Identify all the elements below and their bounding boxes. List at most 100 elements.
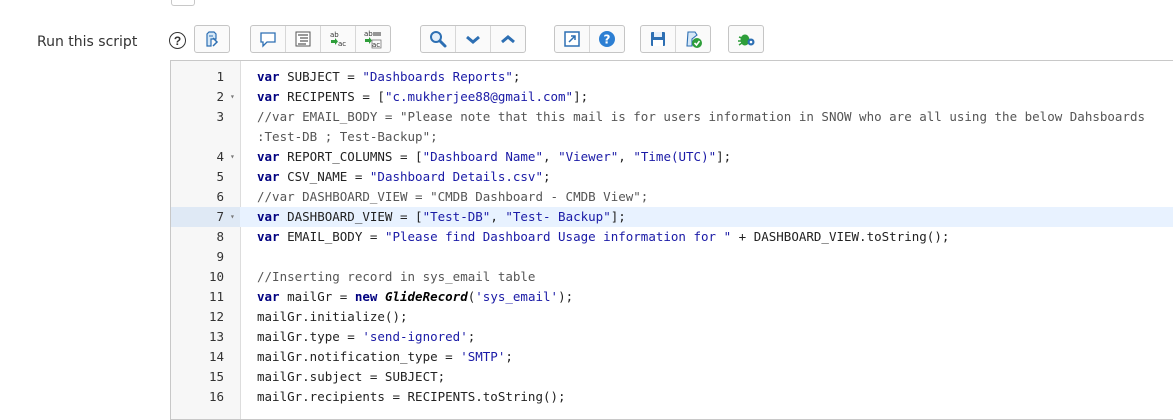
code-token: GlideRecord — [384, 289, 468, 304]
code-line[interactable]: 11 var mailGr = new GlideRecord('sys_emai… — [171, 287, 1173, 307]
toolbar-group-view: ? — [554, 25, 625, 53]
code-text: var REPORT_COLUMNS = ["Dashboard Name", … — [257, 147, 1156, 167]
code-token: mailGr.subject = SUBJECT; — [257, 369, 446, 384]
code-token: ; — [505, 349, 513, 364]
code-token: 'SMTP' — [460, 349, 506, 364]
find-previous-button[interactable] — [491, 26, 525, 52]
code-text: //var DASHBOARD_VIEW = "CMDB Dashboard -… — [257, 187, 1156, 207]
code-text: var DASHBOARD_VIEW = ["Test-DB", "Test- … — [257, 207, 1156, 227]
code-token: var — [257, 209, 280, 224]
code-token: "Time(UTC)" — [633, 149, 717, 164]
code-text: //Inserting record in sys_email table — [257, 267, 1156, 287]
line-number: 15 — [208, 369, 224, 384]
script-toggle-button[interactable] — [195, 26, 229, 52]
code-token: var — [257, 69, 280, 84]
chevron-down-icon — [466, 35, 480, 44]
code-token: ; — [542, 169, 551, 184]
format-button[interactable] — [286, 26, 321, 52]
fullscreen-icon — [564, 31, 580, 47]
code-token: DASHBOARD_VIEW = [ — [279, 209, 423, 224]
replace-all-icon: ab ac — [364, 30, 382, 49]
replace-button[interactable]: ab ac — [321, 26, 356, 52]
code-token: "Viewer" — [558, 149, 619, 164]
code-text: mailGr.initialize(); — [257, 307, 1156, 327]
code-line[interactable]: 16 mailGr.recipients = RECIPENTS.toString… — [171, 387, 1173, 407]
code-line[interactable]: 3 //var EMAIL_BODY = "Please note that th… — [171, 107, 1173, 147]
code-token: ; — [467, 329, 476, 344]
field-label: Run this script — [37, 34, 138, 50]
save-icon — [651, 32, 665, 46]
code-line[interactable]: 13 mailGr.type = 'send-ignored'; — [171, 327, 1173, 347]
code-token: , — [490, 209, 506, 224]
code-token: ; — [512, 69, 521, 84]
toolbar-group-toggle — [194, 25, 230, 53]
debug-icon — [738, 34, 755, 46]
code-token: "Dashboard Name" — [422, 149, 543, 164]
line-number: 5 — [216, 169, 224, 184]
code-line[interactable]: 8 var EMAIL_BODY = "Please find Dashboard… — [171, 227, 1173, 247]
svg-text:?: ? — [604, 33, 611, 47]
fold-toggle-icon[interactable]: ▾ — [230, 207, 235, 227]
code-token: //var EMAIL_BODY = "Please note that thi… — [257, 109, 1153, 144]
code-token: ]; — [573, 89, 589, 104]
code-token: var — [257, 289, 280, 304]
save-button[interactable] — [641, 26, 676, 52]
code-text: mailGr.subject = SUBJECT; — [257, 367, 1156, 387]
line-number: 12 — [208, 309, 224, 324]
fold-toggle-icon[interactable]: ▾ — [230, 87, 235, 107]
code-line[interactable]: 7 ▾ var DASHBOARD_VIEW = ["Test-DB", "Test… — [171, 207, 1173, 227]
code-line[interactable]: 14 mailGr.notification_type = 'SMTP'; — [171, 347, 1173, 367]
code-token: EMAIL_BODY = — [279, 229, 385, 244]
fullscreen-button[interactable] — [555, 26, 590, 52]
code-line[interactable]: 15 mailGr.subject = SUBJECT; — [171, 367, 1173, 387]
line-number: 1 — [216, 69, 224, 84]
code-text: var SUBJECT = "Dashboards Reports"; — [257, 67, 1156, 87]
code-token: "Please find Dashboard Usage information… — [384, 229, 732, 244]
code-text: var CSV_NAME = "Dashboard Details.csv"; — [257, 167, 1156, 187]
code-token: mailGr.notification_type = — [257, 349, 461, 364]
check-syntax-icon — [686, 31, 702, 48]
toolbar-group-search — [420, 25, 526, 53]
script-toggle-icon — [206, 31, 219, 47]
code-line[interactable]: 5 var CSV_NAME = "Dashboard Details.csv"; — [171, 167, 1173, 187]
code-line[interactable]: 9 — [171, 247, 1173, 267]
code-line[interactable]: 12 mailGr.initialize(); — [171, 307, 1173, 327]
code-token: + DASHBOARD_VIEW.toString(); — [731, 229, 950, 244]
format-icon — [295, 31, 311, 47]
code-token: 'send-ignored' — [362, 329, 468, 344]
line-number: 13 — [208, 329, 224, 344]
code-line[interactable]: 6 //var DASHBOARD_VIEW = "CMDB Dashboard … — [171, 187, 1173, 207]
fold-toggle-icon[interactable]: ▾ — [230, 147, 235, 167]
help-icon: ? — [599, 31, 615, 47]
toolbar-group-debug — [728, 25, 764, 53]
replace-all-button[interactable]: ab ac — [356, 26, 390, 52]
code-token: //var DASHBOARD_VIEW = "CMDB Dashboard -… — [257, 189, 649, 204]
code-token: ]; — [610, 209, 626, 224]
code-token: "Dashboard Details.csv" — [369, 169, 543, 184]
code-line[interactable]: 4 ▾ var REPORT_COLUMNS = ["Dashboard Name"… — [171, 147, 1173, 167]
find-next-button[interactable] — [456, 26, 491, 52]
code-line[interactable]: 1 var SUBJECT = "Dashboards Reports"; — [171, 67, 1173, 87]
code-lines: 1 var SUBJECT = "Dashboards Reports"; 2 ▾ va… — [171, 67, 1173, 407]
code-line[interactable]: 2 ▾ var RECIPENTS = ["c.mukherjee88@gmail.… — [171, 87, 1173, 107]
line-number: 6 — [216, 189, 224, 204]
comment-button[interactable] — [251, 26, 286, 52]
line-number: 11 — [208, 289, 224, 304]
editor-help-button[interactable]: ? — [590, 26, 624, 52]
check-syntax-button[interactable] — [676, 26, 710, 52]
code-token: mailGr.initialize(); — [257, 309, 408, 324]
field-above-stub — [171, 0, 195, 6]
debug-button[interactable] — [729, 26, 763, 52]
code-token: new — [354, 289, 378, 304]
code-text: mailGr.type = 'send-ignored'; — [257, 327, 1156, 347]
svg-text:ab: ab — [330, 31, 339, 39]
code-text: mailGr.notification_type = 'SMTP'; — [257, 347, 1156, 367]
code-text: //var EMAIL_BODY = "Please note that thi… — [257, 107, 1156, 147]
search-button[interactable] — [421, 26, 456, 52]
code-line[interactable]: 10 //Inserting record in sys_email table — [171, 267, 1173, 287]
code-token: mailGr = — [279, 289, 355, 304]
replace-icon: ab ac — [330, 31, 346, 48]
script-editor[interactable]: 1 var SUBJECT = "Dashboards Reports"; 2 ▾ va… — [170, 60, 1173, 420]
field-help-icon[interactable]: ? — [169, 32, 186, 49]
